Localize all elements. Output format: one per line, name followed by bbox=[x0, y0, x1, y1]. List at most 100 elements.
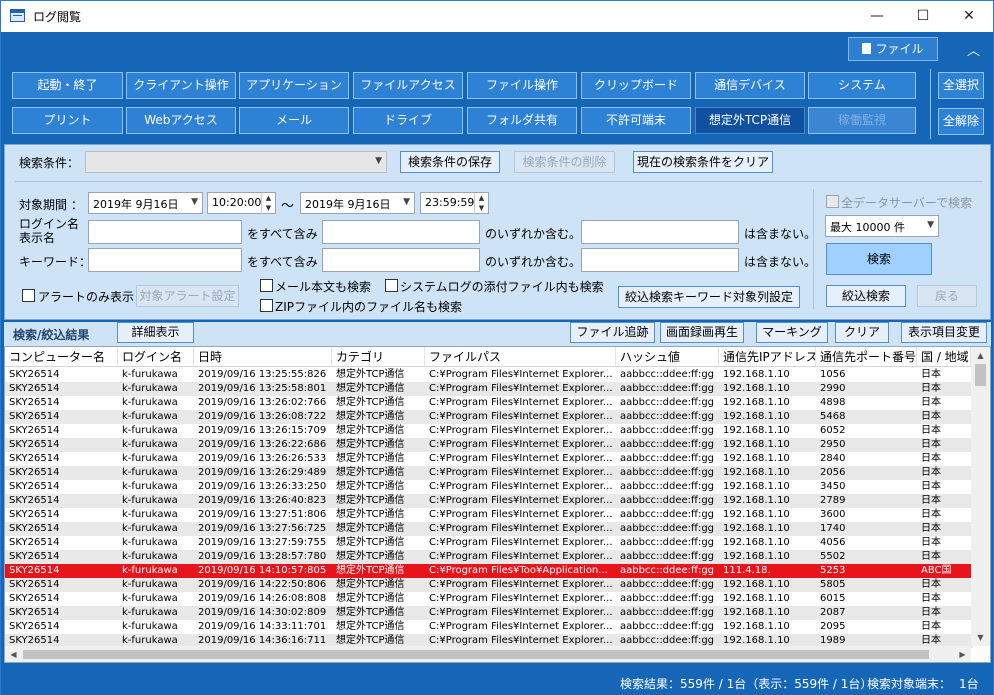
file-menu-button[interactable]: ファイル bbox=[848, 37, 938, 61]
table-row[interactable]: SKY26514 k-furukawa 2019/09/16 13:27:59:75… bbox=[5, 536, 973, 550]
spinner-arrows-icon[interactable]: ▲ ▼ bbox=[261, 193, 275, 215]
save-condition-button[interactable]: 検索条件の保存 bbox=[400, 151, 500, 173]
table-row[interactable]: SKY26514 k-furukawa 2019/09/16 13:25:55:82… bbox=[5, 368, 973, 382]
horizontal-scrollbar[interactable]: ◀ ▶ bbox=[5, 646, 971, 662]
search-condition-select[interactable]: ▼ bbox=[85, 151, 387, 173]
to-date-picker[interactable]: 2019年 9月16日 ▼ bbox=[300, 192, 415, 214]
maximize-button[interactable]: ☐ bbox=[900, 1, 946, 32]
deselect-all-button[interactable]: 全解除 bbox=[938, 108, 984, 135]
from-date-picker[interactable]: 2019年 9月16日 ▼ bbox=[88, 192, 203, 214]
table-row[interactable]: SKY26514 k-furukawa 2019/09/16 13:26:15:70… bbox=[5, 424, 973, 438]
column-header[interactable]: ファイルパス bbox=[425, 347, 616, 367]
category-button[interactable]: Webアクセス bbox=[126, 107, 236, 134]
select-all-button[interactable]: 全選択 bbox=[938, 72, 984, 99]
column-header[interactable]: 通信先ポート番号 bbox=[816, 347, 917, 367]
table-cell: 111.4.18. bbox=[723, 565, 771, 576]
login-contains-all-input[interactable] bbox=[88, 220, 242, 244]
table-row[interactable]: SKY26514 k-furukawa 2019/09/16 14:26:08:80… bbox=[5, 592, 973, 606]
delete-condition-button[interactable]: 検索条件の削除 bbox=[514, 151, 615, 173]
table-row[interactable]: SKY26514 k-furukawa 2019/09/16 13:26:08:72… bbox=[5, 410, 973, 424]
table-cell: k-furukawa bbox=[122, 593, 178, 604]
table-row[interactable]: SKY26514 k-furukawa 2019/09/16 13:26:22:68… bbox=[5, 438, 973, 452]
minimize-button[interactable]: — bbox=[854, 1, 900, 32]
category-button[interactable]: アプリケーション bbox=[239, 72, 349, 99]
keyword-contains-all-input[interactable] bbox=[88, 248, 242, 272]
category-button[interactable]: システム bbox=[808, 72, 916, 99]
clear-marking-button[interactable]: クリア bbox=[835, 322, 889, 343]
clear-condition-button[interactable]: 現在の検索条件をクリア bbox=[633, 151, 773, 173]
login-contains-any-input[interactable] bbox=[322, 220, 480, 244]
table-row[interactable]: SKY26514 k-furukawa 2019/09/16 13:27:51:80… bbox=[5, 508, 973, 522]
table-row[interactable]: SKY26514 k-furukawa 2019/09/16 13:26:02:76… bbox=[5, 396, 973, 410]
scroll-left-icon[interactable]: ◀ bbox=[5, 646, 22, 662]
system-log-attach-checkbox[interactable] bbox=[385, 279, 398, 292]
screen-replay-button[interactable]: 画面録画再生 bbox=[660, 322, 744, 343]
keyword-contains-any-input[interactable] bbox=[322, 248, 480, 272]
table-row[interactable]: SKY26514 k-furukawa 2019/09/16 13:26:40:82… bbox=[5, 494, 973, 508]
category-button[interactable]: 稼働監視 bbox=[808, 107, 916, 134]
file-trace-button[interactable]: ファイル追跡 bbox=[570, 322, 655, 343]
horizontal-scroll-thumb[interactable] bbox=[23, 650, 929, 659]
table-row[interactable]: SKY26514 k-furukawa 2019/09/16 14:30:02:80… bbox=[5, 606, 973, 620]
column-header[interactable]: ログイン名 bbox=[118, 347, 194, 367]
login-not-contains-input[interactable] bbox=[581, 220, 739, 244]
category-button[interactable]: ドライブ bbox=[353, 107, 463, 134]
zip-filenames-checkbox[interactable] bbox=[260, 299, 273, 312]
from-time-spinner[interactable]: 10:20:00 ▲ ▼ bbox=[207, 192, 276, 215]
category-button[interactable]: プリント bbox=[12, 107, 123, 134]
table-cell: 2019/09/16 14:26:08:808 bbox=[198, 593, 327, 604]
category-button[interactable]: フォルダ共有 bbox=[467, 107, 577, 134]
category-button[interactable]: メール bbox=[239, 107, 349, 134]
column-header[interactable]: カテゴリ bbox=[332, 347, 425, 367]
detail-view-button[interactable]: 詳細表示 bbox=[117, 322, 194, 343]
vertical-scroll-thumb[interactable] bbox=[975, 364, 986, 386]
category-button[interactable]: クリップボード bbox=[581, 72, 691, 99]
marking-button[interactable]: マーキング bbox=[756, 322, 828, 343]
table-cell: SKY26514 bbox=[9, 411, 60, 422]
narrow-keyword-setting-button[interactable]: 絞込検索キーワード対象列設定 bbox=[618, 286, 800, 308]
table-cell: 2056 bbox=[820, 467, 846, 478]
table-row[interactable]: SKY26514 k-furukawa 2019/09/16 13:28:57:78… bbox=[5, 550, 973, 564]
scroll-right-icon[interactable]: ▶ bbox=[954, 646, 971, 662]
to-time-spinner[interactable]: 23:59:59 ▲ ▼ bbox=[420, 192, 489, 215]
mail-body-checkbox[interactable] bbox=[260, 279, 273, 292]
category-button[interactable]: 通信デバイス bbox=[695, 72, 805, 99]
vertical-scrollbar[interactable]: ▲ ▼ bbox=[971, 347, 990, 646]
column-header[interactable]: 国 / 地域 bbox=[917, 347, 971, 367]
keyword-not-contains-input[interactable] bbox=[581, 248, 739, 272]
column-change-button[interactable]: 表示項目変更 bbox=[901, 322, 987, 343]
table-row[interactable]: SKY26514 k-furukawa 2019/09/16 14:33:11:70… bbox=[5, 620, 973, 634]
spinner-arrows-icon[interactable]: ▲ ▼ bbox=[474, 193, 488, 215]
category-button[interactable]: ファイルアクセス bbox=[353, 72, 463, 99]
category-button[interactable]: ファイル操作 bbox=[467, 72, 577, 99]
table-cell: 日本 bbox=[921, 467, 941, 478]
close-button[interactable]: ✕ bbox=[946, 1, 992, 32]
table-row[interactable]: SKY26514 k-furukawa 2019/09/16 13:26:26:53… bbox=[5, 452, 973, 466]
table-row[interactable]: SKY26514 k-furukawa 2019/09/16 14:10:57:80… bbox=[5, 564, 973, 578]
alert-setting-button[interactable]: 対象アラート設定 bbox=[136, 285, 239, 307]
table-row[interactable]: SKY26514 k-furukawa 2019/09/16 13:26:29:48… bbox=[5, 466, 973, 480]
category-button[interactable]: 起動・終了 bbox=[12, 72, 123, 99]
max-count-select[interactable]: 最大 10000 件 ▼ bbox=[825, 215, 939, 237]
table-row[interactable]: SKY26514 k-furukawa 2019/09/16 13:26:33:25… bbox=[5, 480, 973, 494]
back-button[interactable]: 戻る bbox=[917, 285, 977, 307]
narrow-search-button[interactable]: 絞込検索 bbox=[826, 285, 906, 307]
search-button[interactable]: 検索 bbox=[826, 243, 932, 275]
table-row[interactable]: SKY26514 k-furukawa 2019/09/16 13:27:56:72… bbox=[5, 522, 973, 536]
table-row[interactable]: SKY26514 k-furukawa 2019/09/16 13:25:58:80… bbox=[5, 382, 973, 396]
column-header[interactable]: ハッシュ値 bbox=[616, 347, 719, 367]
scroll-up-icon[interactable]: ▲ bbox=[971, 347, 990, 364]
column-header[interactable]: 日時 bbox=[194, 347, 332, 367]
table-row[interactable]: SKY26514 k-furukawa 2019/09/16 14:22:50:80… bbox=[5, 578, 973, 592]
column-header[interactable]: コンピューター名 bbox=[5, 347, 118, 367]
title-bar: ログ閲覧 — ☐ ✕ bbox=[1, 1, 993, 32]
category-button[interactable]: 不許可端末 bbox=[581, 107, 691, 134]
scroll-down-icon[interactable]: ▼ bbox=[971, 629, 990, 646]
collapse-icon[interactable]: ︿ bbox=[967, 40, 980, 59]
category-button[interactable]: クライアント操作 bbox=[126, 72, 236, 99]
all-servers-checkbox[interactable] bbox=[826, 195, 839, 208]
alert-only-checkbox[interactable] bbox=[22, 289, 35, 302]
column-header[interactable]: 通信先IPアドレス bbox=[719, 347, 816, 367]
table-cell: k-furukawa bbox=[122, 439, 178, 450]
category-button[interactable]: 想定外TCP通信 bbox=[695, 107, 805, 134]
